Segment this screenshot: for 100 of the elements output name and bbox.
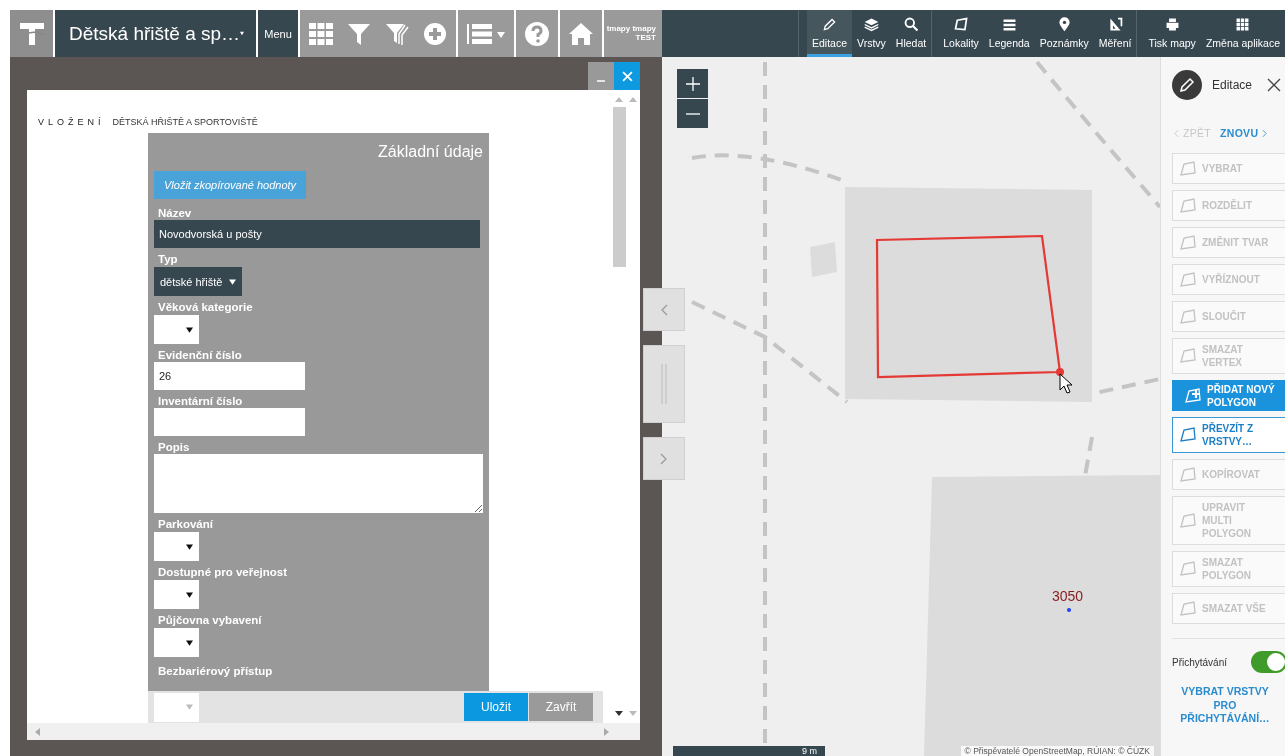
- close-button[interactable]: [614, 62, 640, 90]
- polygon-icon: [1179, 560, 1197, 578]
- scroll-up-icon[interactable]: [612, 95, 640, 103]
- toolbar-button[interactable]: Měření: [1093, 10, 1137, 57]
- toolbar-button[interactable]: Lokality: [938, 10, 984, 57]
- dialog-title: DĚTSKÁ HŘIŠTĚ A SPORTOVIŠTĚ: [112, 116, 258, 127]
- caret-icon: [229, 278, 237, 285]
- caret-icon: [186, 704, 193, 710]
- redo-button[interactable]: ZNOVU: [1220, 127, 1268, 139]
- zoom-out-button[interactable]: [677, 99, 708, 128]
- field-label: Popis: [158, 441, 190, 453]
- select-field[interactable]: dětské hřiště: [154, 267, 243, 296]
- scale-bar: 9 m: [673, 746, 825, 756]
- close-dialog-button[interactable]: Zavřít: [529, 693, 593, 721]
- polygon-icon: [1179, 159, 1197, 178]
- select-field[interactable]: [154, 628, 199, 657]
- snap-layers-link[interactable]: VYBRAT VRSTVY PRO PŘICHYTÁVÁNÍ…: [1172, 685, 1278, 726]
- toolbar-button[interactable]: Tisk mapy: [1143, 10, 1201, 57]
- polygon-icon: [1184, 386, 1202, 405]
- text-field[interactable]: [154, 408, 305, 436]
- plus-icon: [684, 75, 701, 92]
- minus-icon: [684, 112, 701, 115]
- field-label: Typ: [158, 253, 178, 265]
- polygon-icon: [1179, 426, 1197, 444]
- polygon-icon: [1179, 599, 1197, 618]
- polygon-icon: [1179, 270, 1197, 289]
- grid-icon[interactable]: [308, 20, 334, 47]
- minimize-icon: [596, 80, 606, 82]
- select-field[interactable]: [154, 315, 199, 344]
- toolbar-button[interactable]: Editace: [807, 10, 853, 57]
- snapping-toggle[interactable]: [1251, 651, 1285, 673]
- snapping-label: Přichytávání: [1172, 656, 1228, 668]
- dialog-mode: VLOŽENÍ: [38, 116, 105, 127]
- polygon-icon: [1179, 196, 1197, 215]
- caret-icon: [186, 639, 193, 646]
- field-label: Parkování: [158, 518, 213, 530]
- paste-values-button[interactable]: Vložit zkopírované hodnoty: [154, 171, 307, 199]
- toolbar-button[interactable]: Legenda: [983, 10, 1035, 57]
- edit-tool-button[interactable]: PŘEVZÍT Z VRSTVY…: [1172, 417, 1285, 453]
- select-field[interactable]: [154, 580, 199, 609]
- field-label: Dostupné pro veřejnost: [158, 566, 288, 578]
- field-label: Název: [158, 207, 192, 219]
- menu-button[interactable]: Menu: [258, 10, 298, 57]
- scroll-left-icon[interactable]: [35, 727, 41, 736]
- scrollbar-thumb[interactable]: [613, 107, 626, 267]
- caret-icon: [186, 543, 193, 550]
- user-name[interactable]: tmapy tmapy TEST: [604, 10, 662, 57]
- text-field[interactable]: 26: [154, 362, 305, 390]
- save-button[interactable]: Uložit: [464, 693, 528, 721]
- map-attribution: © Přispěvatelé OpenStreetMap, RÚIAN: © ČÚZK: [960, 746, 1154, 756]
- section-title: Základní údaje: [378, 142, 483, 162]
- collapse-left-button[interactable]: [643, 288, 685, 331]
- scroll-down-icon[interactable]: [612, 710, 640, 718]
- close-icon: [621, 70, 633, 82]
- field-label: Bezbariérový přístup: [158, 665, 273, 677]
- horizontal-scrollbar[interactable]: [27, 723, 640, 740]
- select-field[interactable]: [154, 532, 199, 561]
- resize-handle[interactable]: [643, 345, 685, 423]
- description-field[interactable]: [154, 454, 483, 513]
- field-label: Věková kategorie: [158, 301, 253, 313]
- layer-dropdown[interactable]: Dětská hřiště a sp…: [55, 10, 256, 57]
- name-field[interactable]: Novodvorská u pošty: [154, 220, 480, 248]
- expand-right-button[interactable]: [643, 437, 685, 480]
- plus-circle-icon[interactable]: [422, 20, 448, 47]
- minimize-button[interactable]: [588, 62, 614, 90]
- app-logo[interactable]: [10, 10, 53, 57]
- quadrilateral-icon: [952, 16, 970, 33]
- help-icon[interactable]: [524, 20, 550, 47]
- polygon-icon: [1179, 347, 1197, 365]
- toolbar-button[interactable]: Poznámky: [1034, 10, 1094, 57]
- polygon-icon: [1179, 233, 1197, 252]
- caret-icon: [186, 591, 193, 598]
- home-icon[interactable]: [568, 20, 594, 47]
- pencil-icon: [1172, 70, 1202, 100]
- zoom-in-button[interactable]: [677, 69, 708, 98]
- panel-title: Editace: [1212, 78, 1254, 92]
- search-icon: [902, 16, 920, 33]
- map-view[interactable]: 3050 9 m © Přispěvatelé OpenStreetMap, RÚIAN: © ČÚZK: [662, 57, 1160, 756]
- chevron-left-icon: [1174, 128, 1179, 138]
- toolbar-button[interactable]: Vrstvy: [852, 10, 891, 57]
- close-icon[interactable]: [1267, 78, 1281, 92]
- polygon-icon: [1179, 465, 1197, 484]
- polygon-icon: [1179, 307, 1197, 326]
- cursor-icon: [1059, 373, 1073, 394]
- vertex-handle[interactable]: [1056, 368, 1064, 376]
- toolbar-button[interactable]: Hledat: [890, 10, 932, 57]
- field-label: Evidenční číslo: [158, 349, 242, 361]
- chevron-right-icon: [1262, 128, 1268, 138]
- layers-icon: [862, 16, 880, 33]
- field-label: Půjčovna vybavení: [158, 614, 262, 626]
- chevron-right-icon: [660, 452, 668, 465]
- toolbar-button[interactable]: Změna aplikace: [1200, 10, 1285, 57]
- scroll-right-icon[interactable]: [604, 727, 610, 736]
- parcel-number: 3050: [1052, 588, 1084, 604]
- edit-tool-button[interactable]: PŘIDAT NOVÝ POLYGON: [1172, 380, 1285, 411]
- chevron-left-icon: [660, 303, 668, 316]
- field-label: Inventární číslo: [158, 395, 243, 407]
- polygon-icon: [1179, 511, 1197, 530]
- caret-icon: [186, 326, 193, 333]
- point-marker: [1067, 608, 1071, 612]
